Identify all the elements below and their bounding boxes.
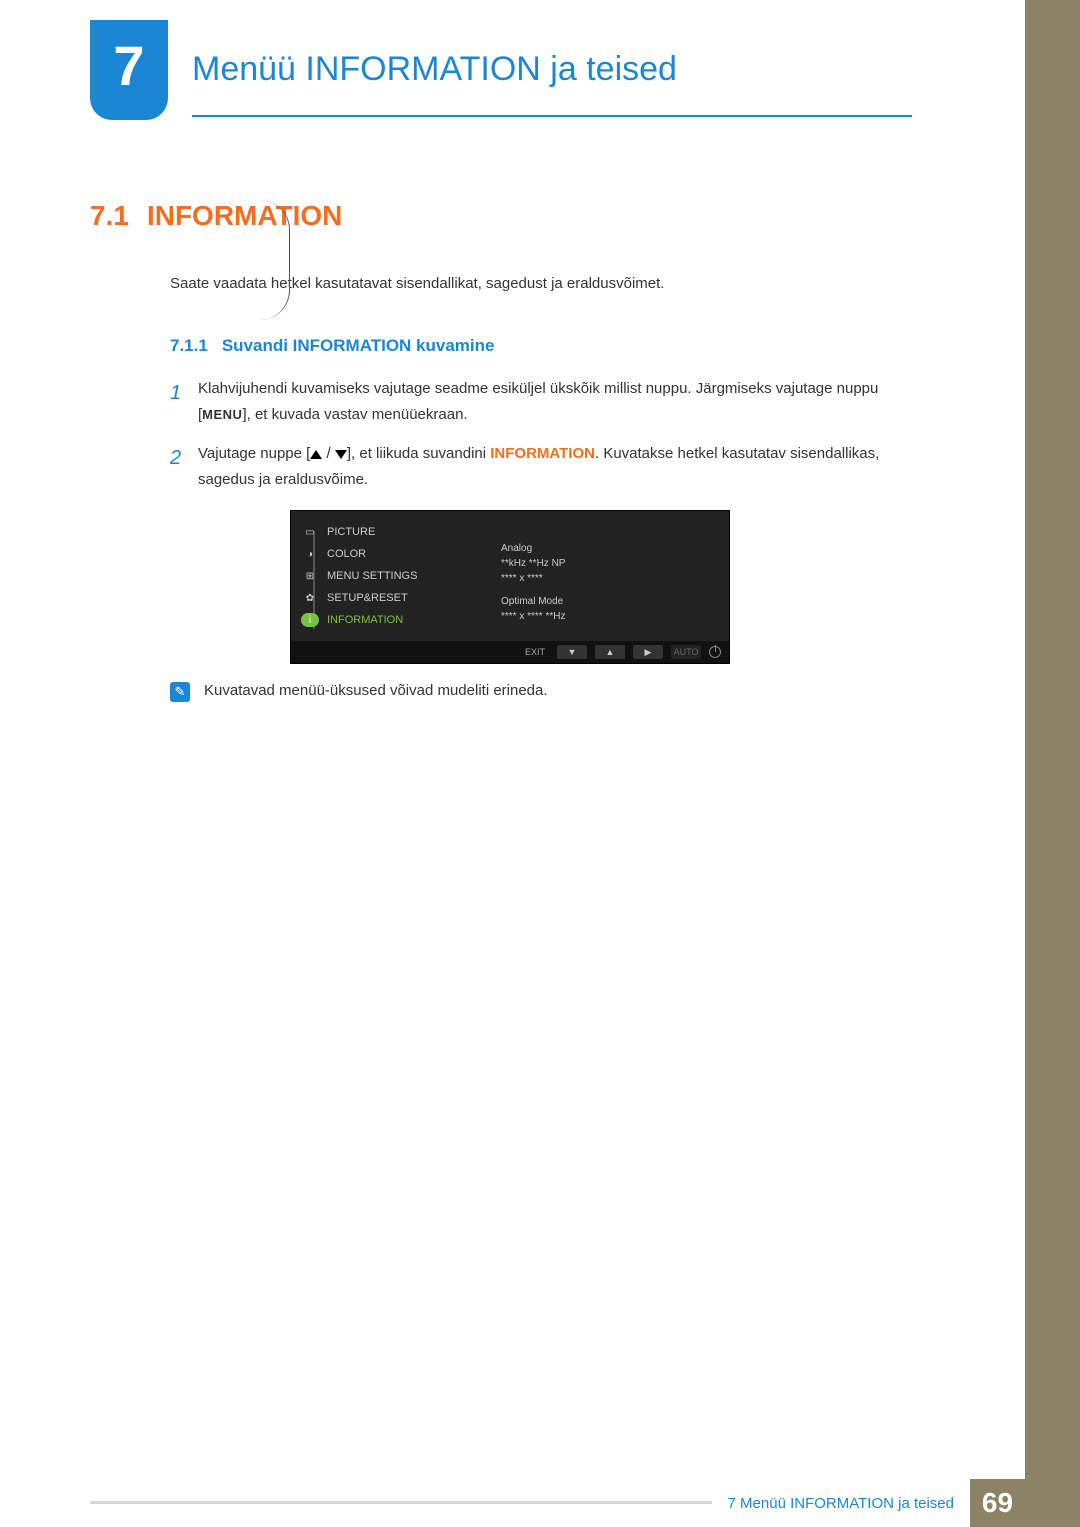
step-text-mid: ], et liikuda suvandini: [347, 445, 490, 462]
osd-footer: EXIT ▼ ▲ ▶ AUTO: [291, 641, 729, 663]
menu-key-label: MENU: [202, 407, 242, 422]
osd-up-button: ▲: [595, 645, 625, 659]
osd-label: MENU SETTINGS: [327, 570, 417, 582]
step-list: 1 Klahvijuhendi kuvamiseks vajutage sead…: [170, 376, 920, 492]
osd-item-picture: ▭ PICTURE: [301, 521, 451, 543]
step-text: Klahvijuhendi kuvamiseks vajutage seadme…: [198, 376, 920, 427]
page-number: 69: [970, 1479, 1025, 1527]
osd-down-button: ▼: [557, 645, 587, 659]
subsection-title: Suvandi INFORMATION kuvamine: [222, 336, 495, 355]
osd-info-line: **kHz **Hz NP: [501, 556, 719, 571]
color-icon: ◑: [301, 547, 319, 561]
osd-item-color: ◑ COLOR: [301, 543, 451, 565]
step-text: Vajutage nuppe [ / ], et liikuda suvandi…: [198, 441, 920, 492]
gear-icon: ✿: [301, 591, 319, 605]
settings-icon: ⊞: [301, 569, 319, 583]
osd-auto-button: AUTO: [671, 645, 701, 659]
osd-info-line: **** x ****: [501, 571, 719, 586]
osd-label: SETUP&RESET: [327, 592, 408, 604]
chapter-title: Menüü INFORMATION ja teised: [192, 50, 912, 117]
footer-chapter-ref: 7 Menüü INFORMATION ja teised: [712, 1479, 970, 1527]
note: ✎ Kuvatavad menüü-üksused võivad mudelit…: [170, 682, 920, 702]
side-accent-bar: [1025, 0, 1080, 1527]
osd-body: ▭ PICTURE ◑ COLOR ⊞ MENU SETTINGS ✿ SETUP&RE…: [291, 511, 729, 641]
power-icon: [709, 646, 721, 658]
section-number: 7.1: [90, 200, 129, 231]
footer-line: [90, 1501, 712, 1527]
step-1: 1 Klahvijuhendi kuvamiseks vajutage sead…: [170, 376, 920, 427]
osd-info-line: Analog: [501, 541, 719, 556]
chapter-header: 7 Menüü INFORMATION ja teised: [90, 20, 912, 120]
note-icon: ✎: [170, 682, 190, 702]
osd-item-information: i INFORMATION: [301, 609, 451, 631]
osd-exit-label: EXIT: [525, 647, 545, 657]
osd-label: INFORMATION: [327, 614, 403, 626]
osd-info-line: **** x **** **Hz: [501, 609, 719, 624]
picture-icon: ▭: [301, 525, 319, 539]
arrow-up-icon: [310, 450, 322, 459]
arrow-down-icon: [335, 450, 347, 459]
subsection-heading: 7.1.1 Suvandi INFORMATION kuvamine: [170, 336, 920, 356]
step-2: 2 Vajutage nuppe [ / ], et liikuda suvan…: [170, 441, 920, 492]
osd-label: PICTURE: [327, 526, 375, 538]
osd-info-line: Optimal Mode: [501, 594, 719, 609]
step-number: 1: [170, 376, 198, 427]
osd-label: COLOR: [327, 548, 366, 560]
page-footer: 7 Menüü INFORMATION ja teised 69: [0, 1479, 1025, 1527]
osd-curve: [250, 200, 290, 320]
section-title: INFORMATION: [147, 200, 342, 231]
step-text-post: ], et kuvada vastav menüüekraan.: [242, 406, 467, 423]
note-text: Kuvatavad menüü-üksused võivad mudeliti …: [204, 682, 548, 699]
step-text-pre: Vajutage nuppe [: [198, 445, 310, 462]
chapter-number-badge: 7: [90, 20, 168, 120]
osd-item-menu-settings: ⊞ MENU SETTINGS: [301, 565, 451, 587]
osd-menu: ▭ PICTURE ◑ COLOR ⊞ MENU SETTINGS ✿ SETUP&RE…: [291, 511, 451, 641]
step-number: 2: [170, 441, 198, 492]
highlight-information: INFORMATION: [490, 445, 595, 462]
subsection-number: 7.1.1: [170, 336, 208, 355]
info-icon: i: [301, 613, 319, 627]
osd-enter-button: ▶: [633, 645, 663, 659]
page-content: 7.1INFORMATION Saate vaadata hetkel kasu…: [90, 190, 920, 702]
osd-item-setup-reset: ✿ SETUP&RESET: [301, 587, 451, 609]
section-heading: 7.1 INFORMATION: [90, 200, 920, 232]
osd-screenshot: ▭ PICTURE ◑ COLOR ⊞ MENU SETTINGS ✿ SETUP&RE…: [290, 510, 730, 664]
osd-info-panel: Analog **kHz **Hz NP **** x **** Optimal…: [451, 511, 729, 641]
